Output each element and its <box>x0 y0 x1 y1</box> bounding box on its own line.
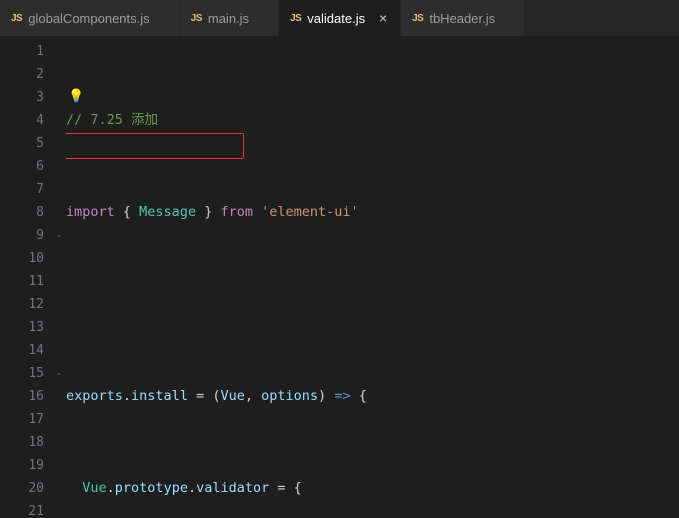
fold-marker <box>52 339 66 362</box>
fold-marker <box>52 132 66 155</box>
fold-marker <box>52 293 66 316</box>
fold-marker-line-9[interactable]: - <box>52 224 66 247</box>
line-number-gutter: 1 2 3 4 5 6 7 8 9 10 11 12 13 14 15 16 1… <box>0 36 52 518</box>
fold-marker <box>52 431 66 454</box>
line-number: 15 <box>28 366 44 381</box>
tab-main-js[interactable]: JS main.js <box>179 0 280 36</box>
line-number: 5 <box>36 136 44 151</box>
javascript-file-icon: JS <box>190 12 203 24</box>
javascript-file-icon: JS <box>290 12 302 24</box>
editor-tab-bar: JS globalComponents.js JS main.js JS val… <box>0 0 679 36</box>
line-number: 9 <box>36 228 44 243</box>
code-editor[interactable]: 1 2 3 4 5 6 7 8 9 10 11 12 13 14 15 16 1… <box>0 36 679 518</box>
line-number: 2 <box>36 67 44 82</box>
code-comment: // 7.25 添加 <box>66 112 159 128</box>
code-folding-gutter[interactable]: - - <box>52 36 66 518</box>
fold-marker <box>52 385 66 408</box>
tab-globalComponents-js[interactable]: JS globalComponents.js <box>0 0 180 36</box>
code-line-5: Vue.prototype.validator = { <box>82 480 302 496</box>
line-number: 6 <box>36 159 44 174</box>
code-line-1: // 7.25 添加 <box>66 109 679 132</box>
line-number: 1 <box>36 44 44 59</box>
line-number: 20 <box>28 481 44 496</box>
code-line-2: import { Message } from 'element-ui' <box>66 204 359 220</box>
code-line-4: exports.install = (Vue, options) => { <box>66 388 367 404</box>
line-number: 17 <box>28 412 44 427</box>
fold-marker <box>52 201 66 224</box>
fold-marker <box>52 86 66 109</box>
fold-marker <box>52 454 66 477</box>
line-number: 13 <box>28 320 44 335</box>
line-number: 3 <box>36 90 44 105</box>
tab-tbHeader-js[interactable]: JS tbHeader.js <box>401 0 526 36</box>
fold-marker <box>52 40 66 63</box>
close-icon[interactable]: × <box>377 11 389 25</box>
line-number: 18 <box>28 435 44 450</box>
fold-marker <box>52 109 66 132</box>
tab-label: main.js <box>207 10 250 26</box>
vscode-window: JS globalComponents.js JS main.js JS val… <box>0 0 679 518</box>
line-number: 12 <box>28 297 44 312</box>
tab-label: globalComponents.js <box>28 10 150 26</box>
fold-marker <box>52 408 66 431</box>
line-number: 19 <box>28 458 44 473</box>
code-content[interactable]: // 7.25 添加 import { Message } from 'elem… <box>66 36 679 518</box>
fold-marker <box>52 316 66 339</box>
javascript-file-icon: JS <box>11 12 23 24</box>
tab-label: tbHeader.js <box>429 10 496 26</box>
line-number: 11 <box>28 274 44 289</box>
annotation-highlight-box <box>66 133 244 159</box>
lightbulb-icon[interactable]: 💡 <box>68 90 84 103</box>
fold-marker <box>52 63 66 86</box>
line-number: 14 <box>28 343 44 358</box>
fold-marker <box>52 178 66 201</box>
tab-validate-js[interactable]: JS validate.js × <box>279 0 402 36</box>
fold-marker <box>52 500 66 518</box>
fold-marker <box>52 477 66 500</box>
line-number: 16 <box>28 389 44 404</box>
tab-label: validate.js <box>307 10 366 26</box>
fold-marker <box>52 155 66 178</box>
line-number: 4 <box>36 113 44 128</box>
line-number: 7 <box>36 182 44 197</box>
fold-marker-line-15[interactable]: - <box>52 362 66 385</box>
fold-marker <box>52 247 66 270</box>
line-number: 21 <box>28 504 44 518</box>
line-number: 8 <box>36 205 44 220</box>
line-number: 10 <box>28 251 44 266</box>
fold-marker <box>52 270 66 293</box>
javascript-file-icon: JS <box>412 12 424 24</box>
